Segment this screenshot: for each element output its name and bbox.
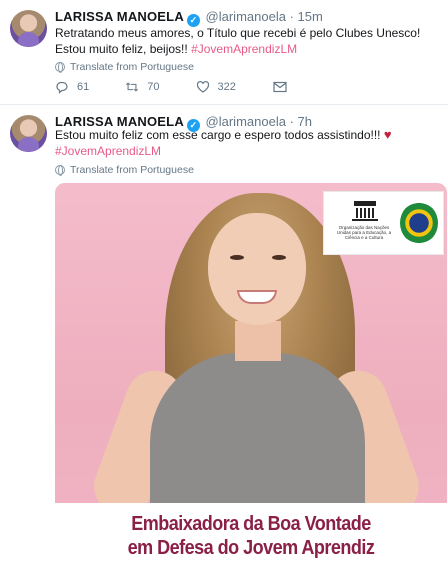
reply-count: 61 (77, 81, 90, 93)
tweet-timestamp[interactable]: 15m (298, 9, 323, 24)
unesco-logo-text: Organização das Nações Unidas para a Edu… (336, 225, 392, 240)
tweet-text: Retratando meus amores, o Título que rec… (55, 26, 440, 57)
photo-subject-eye (272, 255, 286, 260)
user-handle[interactable]: @larimanoela (206, 9, 286, 24)
retweet-icon (125, 80, 139, 94)
tweet-header: LARISSA MANOELA ✓ @larimanoela · 15m (55, 9, 323, 27)
message-icon (273, 80, 287, 94)
tweet[interactable]: LARISSA MANOELA ✓ @larimanoela · 7h Estou… (0, 104, 448, 565)
tweet[interactable]: LARISSA MANOELA ✓ @larimanoela · 15m Retr… (0, 0, 448, 104)
reply-button[interactable]: 61 (55, 80, 89, 94)
photo-subject-face (208, 213, 306, 325)
photo-subject-neck (235, 321, 281, 361)
like-count: 322 (217, 81, 236, 93)
tweet-photo[interactable]: Organização das Nações Unidas para a Edu… (55, 183, 447, 565)
logo-panel: Organização das Nações Unidas para a Edu… (323, 191, 444, 255)
caption-line: Embaixadora da Boa Vontade (131, 512, 371, 535)
translate-label: Translate from Portuguese (70, 164, 194, 176)
retweet-count: 70 (147, 81, 160, 93)
tweet-body: Estou muito feliz com esse cargo e esper… (55, 128, 384, 142)
translate-label: Translate from Portuguese (70, 61, 194, 73)
avatar[interactable] (10, 115, 47, 152)
photo-subject-shirt (150, 353, 365, 523)
globe-icon (55, 62, 65, 73)
translate-link[interactable]: Translate from Portuguese (55, 164, 194, 176)
caption-line: em Defesa do Jovem Aprendiz (127, 536, 375, 559)
hashtag-link[interactable]: #JovemAprendizLM (191, 42, 297, 56)
separator: · (289, 9, 294, 24)
reply-icon (55, 80, 69, 94)
unesco-logo-icon (352, 201, 378, 221)
photo-subject-eye (230, 255, 244, 260)
photo-caption: Embaixadora da Boa Vontade em Defesa do … (55, 503, 447, 565)
tweet-actions: 61 70 322 (55, 80, 321, 94)
heart-emoji: ♥ (383, 127, 392, 142)
avatar[interactable] (10, 10, 47, 47)
direct-message-button[interactable] (273, 80, 287, 94)
globe-icon (55, 165, 65, 176)
like-button[interactable]: 322 (196, 80, 236, 94)
display-name[interactable]: LARISSA MANOELA (55, 9, 184, 24)
brazil-coat-of-arms-icon (400, 202, 438, 244)
retweet-button[interactable]: 70 (125, 80, 160, 94)
like-icon (196, 80, 210, 94)
translate-link[interactable]: Translate from Portuguese (55, 61, 194, 73)
tweet-text: Estou muito feliz com esse cargo e esper… (55, 127, 440, 159)
hashtag-link[interactable]: #JovemAprendizLM (55, 144, 161, 158)
